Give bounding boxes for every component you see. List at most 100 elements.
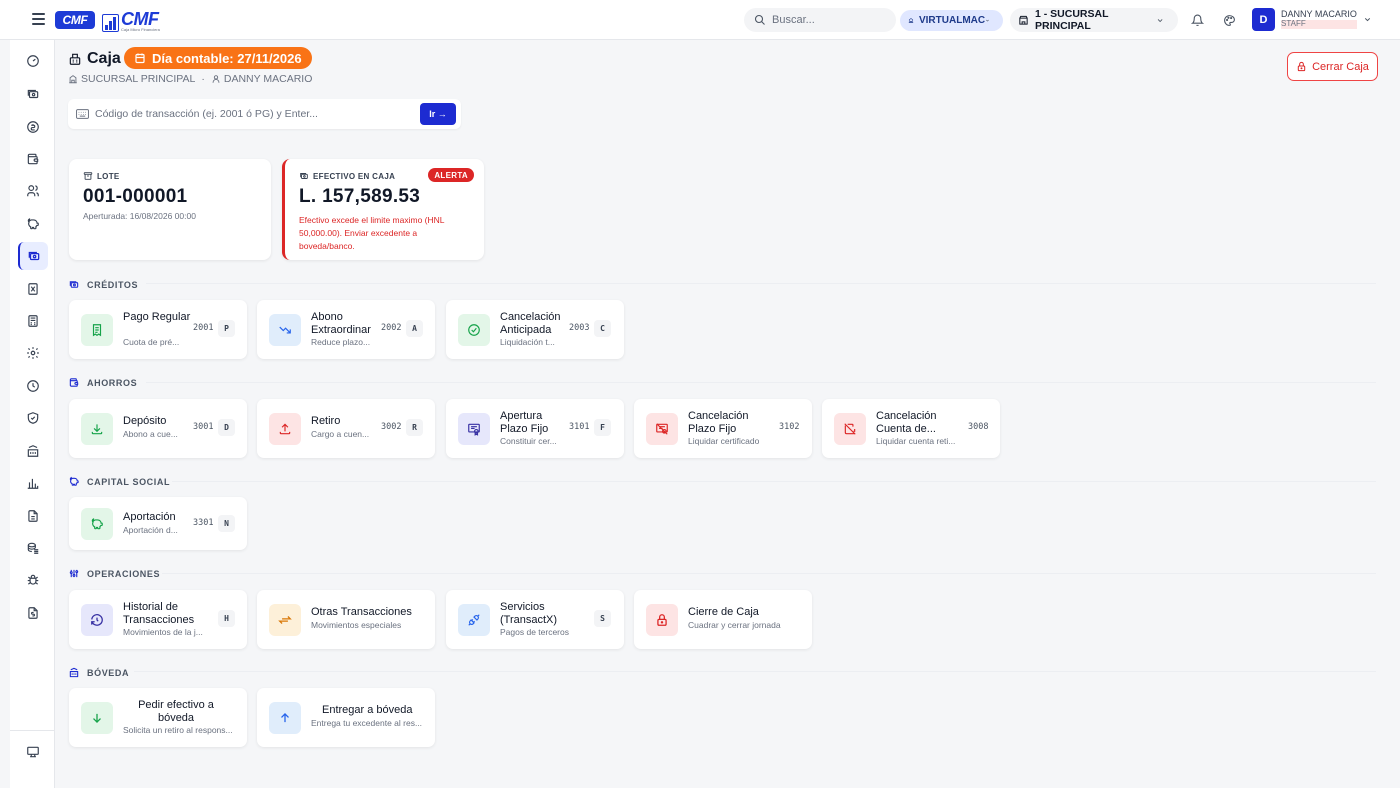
card-desc: Cuota de pré... [123, 337, 180, 347]
card-desc: Cargo a cuen... [311, 429, 370, 439]
sidebar-divider [10, 730, 55, 731]
sidebar-item-settings[interactable] [18, 339, 48, 367]
sidebar-item-coins[interactable] [18, 534, 48, 562]
tenant-selector[interactable]: VIRTUALMAC [900, 10, 1003, 31]
logo[interactable]: CMF Caja Micro Financiera [102, 8, 160, 32]
sidebar-item-calculator[interactable] [18, 307, 48, 335]
card-title: Cierre de Caja [688, 606, 759, 618]
accounting-day-label: Día contable: 27/11/2026 [152, 50, 302, 66]
store-icon [1019, 15, 1028, 25]
txn-card-aportacion[interactable]: Aportación Aportación d... 3301 N [69, 497, 247, 550]
card-title: Aportación [123, 511, 176, 523]
txn-card-cierre-caja[interactable]: Cierre de Caja Cuadrar y cerrar jornada [634, 590, 812, 649]
txn-card-cancelacion-anticipada[interactable]: Cancelación Anticipada Liquidación t... … [446, 300, 624, 359]
txn-card-pago-regular[interactable]: Pago Regular Cuota de pré... 2001 P [69, 300, 247, 359]
txn-card-cancelacion-cuenta[interactable]: Cancelación Cuenta de... Liquidar cuenta… [822, 399, 1000, 458]
card-title: Pago Regular [123, 311, 191, 323]
card-shortcut: H [218, 610, 235, 627]
user-role: STAFF [1281, 19, 1357, 29]
cash-icon [69, 281, 79, 288]
search-input[interactable]: Buscar... [744, 8, 896, 32]
txn-card-retiro[interactable]: Retiro Cargo a cuen... 3002 R [257, 399, 435, 458]
section-divider [162, 573, 1376, 574]
section-ahorros: AHORROS [68, 377, 137, 388]
card-title: Servicios (TransactX) [500, 601, 558, 626]
cash-icon [27, 89, 39, 99]
txn-card-servicios[interactable]: Servicios (TransactX) Pagos de terceros … [446, 590, 624, 649]
sidebar-item-wallet[interactable] [18, 145, 48, 173]
chevron-down-icon [986, 19, 989, 22]
building-icon [69, 75, 77, 84]
page-title-text: Caja [87, 50, 121, 67]
txn-card-apertura-plazo-fijo[interactable]: Apertura Plazo Fijo Constituir cer... 31… [446, 399, 624, 458]
sidebar-item-invoices[interactable] [18, 599, 48, 627]
sidebar-item-savings[interactable] [18, 210, 48, 238]
cash-register-icon [69, 53, 81, 65]
top-bar: CMF CMF Caja Micro Financiera Buscar... … [0, 0, 1400, 40]
sidebar-item-terminal[interactable] [18, 738, 48, 766]
theme-button[interactable] [1220, 11, 1238, 29]
go-button[interactable]: Ir → [420, 103, 456, 125]
file-text-icon [28, 510, 38, 522]
sidebar-item-dashboard[interactable] [18, 47, 48, 75]
card-code: 3008 [968, 422, 989, 432]
keyboard-icon [76, 109, 89, 119]
lote-opened: Aperturada: 16/08/2026 00:00 [83, 211, 196, 221]
clock-icon [27, 380, 39, 392]
search-icon [754, 14, 765, 25]
sidebar-item-bank[interactable] [18, 437, 48, 465]
piggy-bank-icon [69, 476, 79, 486]
sidebar-item-payments[interactable] [18, 113, 48, 141]
close-cash-label: Cerrar Caja [1312, 60, 1369, 73]
card-desc: Movimientos de la j... [123, 627, 203, 637]
cash-value: L. 157,589.53 [299, 186, 421, 207]
card-title: Historial de Transacciones [123, 601, 195, 626]
menu-icon[interactable] [32, 13, 45, 25]
card-code: 3001 [193, 422, 214, 432]
section-divider [134, 671, 1376, 672]
sidebar-item-debug[interactable] [18, 566, 48, 594]
file-dollar-icon [28, 607, 38, 619]
card-title: Cancelación Cuenta de... [876, 410, 937, 435]
cashier-name: DANNY MACARIO [223, 73, 313, 85]
notifications-button[interactable] [1188, 11, 1206, 29]
sidebar-item-charts[interactable] [18, 469, 48, 497]
branch-name: SUCURSAL PRINCIPAL [81, 73, 196, 85]
card-title: Cancelación Plazo Fijo [688, 410, 749, 435]
vault-card-request-cash[interactable]: Pedir efectivo a bóveda Solicita un reti… [69, 688, 247, 747]
vault-card-deliver-cash[interactable]: Entregar a bóveda Entrega tu excedente a… [257, 688, 435, 747]
card-title: Abono Extraordinar [311, 311, 371, 336]
tenant-label: VIRTUALMAC [918, 15, 986, 26]
card-desc: Abono a cue... [123, 429, 178, 439]
section-boveda: BÓVEDA [68, 667, 129, 678]
accounting-day-badge: Día contable: 27/11/2026 [124, 47, 312, 69]
chevron-down-icon [1157, 18, 1163, 22]
close-cash-button[interactable]: Cerrar Caja [1287, 52, 1378, 81]
txn-card-cancelacion-plazo-fijo[interactable]: Cancelación Plazo Fijo Liquidar certific… [634, 399, 812, 458]
download-icon [81, 413, 113, 445]
section-title: OPERACIONES [87, 568, 161, 579]
palette-icon [1223, 14, 1235, 26]
sidebar-item-accounts[interactable] [18, 80, 48, 108]
sidebar-item-history[interactable] [18, 372, 48, 400]
sidebar-item-members[interactable] [18, 177, 48, 205]
branch-selector[interactable]: 1 - SUCURSAL PRINCIPAL [1010, 8, 1178, 32]
txn-card-otras[interactable]: Otras Transacciones Movimientos especial… [257, 590, 435, 649]
txn-card-abono-extraordinario[interactable]: Abono Extraordinar Reduce plazo... 2002 … [257, 300, 435, 359]
sidebar-item-security[interactable] [18, 404, 48, 432]
section-divider [172, 481, 1376, 482]
user-menu[interactable]: D DANNY MACARIO STAFF [1252, 8, 1372, 31]
sidebar-item-reports[interactable] [18, 275, 48, 303]
calculator-icon [28, 315, 38, 327]
transaction-code-input[interactable] [95, 108, 415, 120]
txn-card-historial[interactable]: Historial de Transacciones Movimientos d… [69, 590, 247, 649]
device-desktop-icon [27, 746, 39, 758]
txn-card-deposito[interactable]: Depósito Abono a cue... 3001 D [69, 399, 247, 458]
logo-badge[interactable]: CMF [55, 11, 95, 29]
lock-icon [646, 604, 678, 636]
sidebar-item-cashier[interactable] [18, 242, 48, 270]
sidebar-item-documents[interactable] [18, 502, 48, 530]
cash-icon [300, 173, 308, 179]
breadcrumb: SUCURSAL PRINCIPAL · DANNY MACARIO [68, 73, 312, 85]
card-title: Retiro [311, 415, 341, 427]
